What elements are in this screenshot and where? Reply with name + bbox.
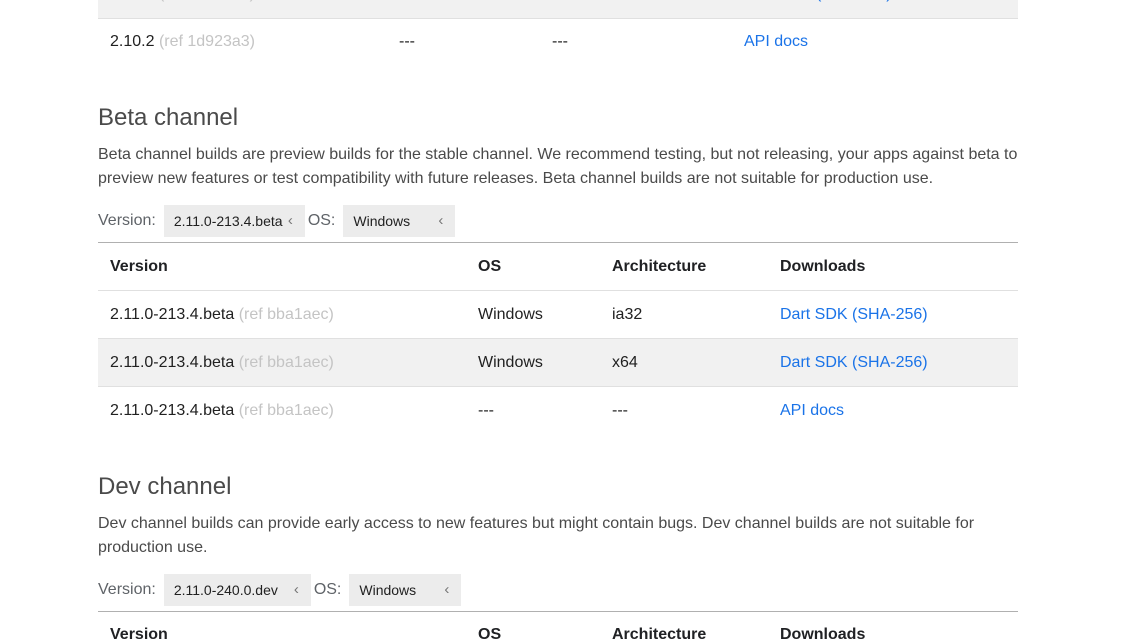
dev-version-select[interactable]: 2.11.0-240.0.dev ‹ [163,573,311,606]
stable-channel-table: 2.10.2 (ref 1d923a3) Windows x64 Dart SD… [98,0,1018,66]
table-header-row: Version OS Architecture Downloads [98,611,1018,641]
api-docs-link[interactable]: API docs [780,402,844,419]
architecture-cell: ia32 [612,305,643,323]
architecture-cell: x64 [612,353,638,371]
dev-os-select[interactable]: Windows ‹ [349,573,462,606]
architecture-cell: --- [552,33,568,51]
version-cell: 2.11.0-213.4.beta (ref bba1aec) [98,339,466,387]
downloads-cell: Dart SDK (SHA-256) [768,339,1018,387]
beta-version-selector: Version: 2.11.0-213.4.beta ‹ OS: Windows… [98,205,1018,237]
table-row: 2.10.2 (ref 1d923a3) --- --- API docs [98,18,1018,66]
table-row: 2.10.2 (ref 1d923a3) Windows x64 Dart SD… [98,0,1018,18]
ref-text: (ref 1d923a3) [159,0,255,2]
header-version: Version [110,626,168,641]
dev-os-value: Windows [359,581,417,598]
os-label: OS: [307,212,336,229]
os-cell: Windows [387,0,540,18]
ref-text: (ref bba1aec) [238,353,334,371]
dev-version-selector: Version: 2.11.0-240.0.dev ‹ OS: Windows … [98,573,1018,606]
version-text: 2.11.0-213.4.beta [110,353,235,371]
header-architecture: Architecture [612,257,707,275]
table-header-row: Version OS Architecture Downloads [98,243,1018,291]
os-label: OS: [313,580,342,598]
os-cell: Windows [478,353,543,371]
header-downloads: Downloads [780,257,866,275]
dev-version-value: 2.11.0-240.0.dev [173,581,278,598]
dev-channel-heading: Dev channel [98,472,232,500]
architecture-cell: x64 [540,0,732,18]
version-label: Version: [98,580,156,598]
ref-text: (ref 1d923a3) [158,33,255,51]
os-cell: --- [478,401,494,419]
version-cell: 2.11.0-213.4.beta (ref bba1aec) [98,291,466,339]
beta-channel-description: Beta channel builds are preview builds f… [98,146,1018,187]
api-docs-link[interactable]: API docs [744,33,808,50]
downloads-cell: Dart SDK (SHA-256) [732,0,1018,18]
downloads-cell: Dart SDK (SHA-256) [768,291,1018,339]
version-label: Version: [98,212,156,229]
beta-channel-heading: Beta channel [98,104,239,131]
header-architecture: Architecture [612,626,707,641]
downloads-cell: API docs [732,18,1018,66]
downloads-cell: API docs [768,387,1018,435]
table-row: 2.11.0-213.4.beta (ref bba1aec) Windows … [98,291,1018,339]
chevron-icon: ‹ [293,580,299,598]
version-text: 2.10.2 [110,33,155,51]
version-text: 2.10.2 [110,0,154,2]
chevron-icon: ‹ [287,211,293,229]
download-link[interactable]: Dart SDK (SHA-256) [744,0,892,2]
download-link[interactable]: Dart SDK (SHA-256) [780,306,928,323]
version-cell: 2.11.0-213.4.beta (ref bba1aec) [98,387,466,435]
ref-text: (ref bba1aec) [238,401,334,419]
page-content: 2.10.2 (ref 1d923a3) Windows x64 Dart SD… [98,0,1018,641]
header-version: Version [110,257,168,275]
version-cell: 2.10.2 (ref 1d923a3) [98,18,387,66]
beta-os-value: Windows [353,213,411,229]
beta-version-select[interactable]: 2.11.0-213.4.beta ‹ [163,205,305,237]
dev-channel-table: Version OS Architecture Downloads [98,610,1018,641]
table-row: 2.11.0-213.4.beta (ref bba1aec) Windows … [98,338,1018,387]
os-cell: --- [399,33,415,51]
version-cell: 2.10.2 (ref 1d923a3) [98,0,387,18]
download-link[interactable]: Dart SDK (SHA-256) [780,354,928,371]
beta-version-value: 2.11.0-213.4.beta [173,213,283,229]
beta-channel-table: Version OS Architecture Downloads 2.11.0… [98,242,1018,435]
dev-channel-description: Dev channel builds can provide early acc… [98,514,975,556]
table-row: 2.11.0-213.4.beta (ref bba1aec) --- --- … [98,387,1018,435]
header-os: OS [478,626,502,641]
ref-text: (ref bba1aec) [238,305,334,323]
os-cell: Windows [478,305,543,323]
beta-os-select[interactable]: Windows ‹ [343,205,456,237]
header-downloads: Downloads [780,626,866,641]
version-text: 2.11.0-213.4.beta [110,305,235,323]
version-text: 2.11.0-213.4.beta [110,401,235,419]
chevron-icon: ‹ [444,580,450,598]
chevron-icon: ‹ [438,211,444,229]
stable-channel-table-wrapper: 2.10.2 (ref 1d923a3) Windows x64 Dart SD… [98,0,1018,66]
architecture-cell: --- [612,401,628,419]
header-os: OS [478,257,502,275]
